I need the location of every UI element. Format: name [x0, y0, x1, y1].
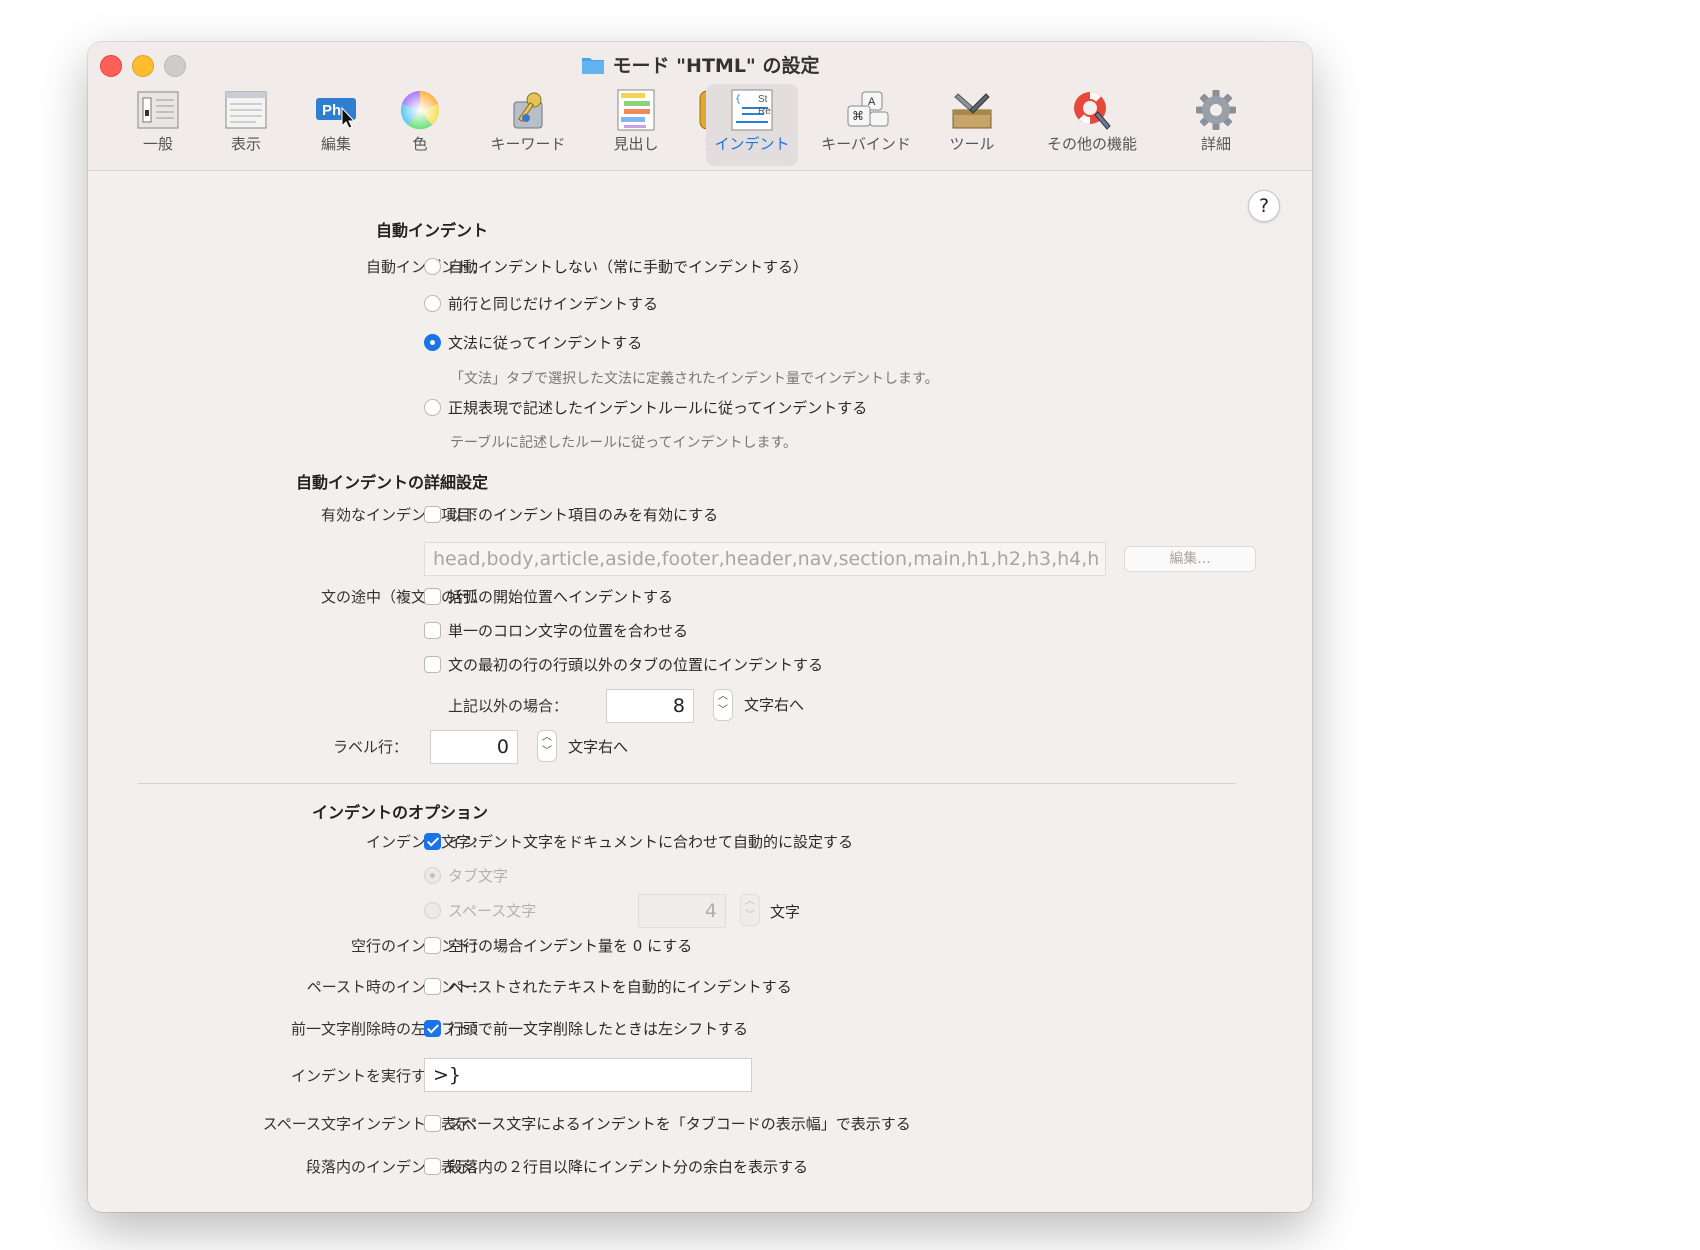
lifebuoy-icon [1074, 92, 1111, 130]
radio-space-char-label: スペース文字 [448, 902, 537, 920]
preferences-toolbar: 一般 表示 Ph 編集 色 キーワード 見出し {St Re インデント A … [88, 84, 1312, 168]
chevron-down-icon[interactable]: ﹀ [538, 745, 556, 759]
radio-by-regex[interactable] [424, 399, 441, 416]
svg-text:⌘: ⌘ [852, 109, 864, 123]
chevron-up-icon[interactable]: ︿ [538, 731, 556, 745]
color-wheel-icon [400, 91, 440, 130]
edit-icon: Ph [316, 98, 356, 129]
label-line-unit: 文字右へ [568, 738, 629, 756]
radio-tab-char-label: タブ文字 [448, 867, 509, 885]
svg-text:{: { [735, 94, 741, 105]
indent-items-field[interactable]: head,body,article,aside,footer,header,na… [424, 542, 1106, 576]
valid-items-checkbox-label: 以下のインデント項目のみを有効にする [448, 506, 719, 524]
settings-window: モード "HTML" の設定 一般 表示 Ph 編集 色 キーワード 見出し {… [88, 42, 1312, 1212]
space-indent-display-checkbox[interactable] [424, 1115, 441, 1132]
paste-indent-checkbox[interactable] [424, 978, 441, 995]
otherwise-value-field[interactable]: 8 [606, 689, 694, 723]
heading-list-icon [617, 89, 655, 131]
radio-no-auto-indent[interactable] [424, 258, 441, 275]
colon-align-label: 単一のコロン文字の位置を合わせる [448, 622, 689, 640]
tab-color[interactable]: 色 [388, 84, 452, 166]
label-line-stepper[interactable]: ︿ ﹀ [537, 730, 557, 762]
blank-line-checkbox[interactable] [424, 937, 441, 954]
window-title: モード "HTML" の設定 [88, 51, 1312, 80]
indent-char-auto-checkbox[interactable] [424, 833, 441, 850]
indent-icon: { StRe [731, 89, 773, 131]
keyword-icon [513, 92, 543, 129]
otherwise-unit: 文字右へ [744, 696, 805, 714]
titlebar: モード "HTML" の設定 一般 表示 Ph 編集 色 キーワード 見出し {… [88, 42, 1312, 171]
bracket-indent-label: 括弧の開始位置へインデントする [448, 588, 674, 606]
tab-keyword[interactable]: キーワード [480, 84, 576, 166]
folder-icon [581, 55, 605, 80]
paste-indent-checkbox-label: ペーストされたテキストを自動的にインデントする [448, 978, 792, 996]
options-section-title: インデントのオプション [311, 803, 488, 822]
space-count-unit: 文字 [770, 903, 801, 921]
backspace-shift-checkbox-label: 行頭で前一文字削除したときは左シフトする [448, 1020, 749, 1038]
colon-align-checkbox[interactable] [424, 622, 441, 639]
label-line-label: ラベル行： [332, 738, 408, 756]
indent-char-auto-label: インデント文字をドキュメントに合わせて自動的に設定する [448, 833, 854, 851]
help-button[interactable]: ? [1248, 190, 1280, 222]
by-grammar-hint: 「文法」タブで選択した文法に定義されたインデント量でインデントします。 [450, 371, 939, 387]
tab-display[interactable]: 表示 [214, 84, 278, 166]
otherwise-stepper[interactable]: ︿ ﹀ [713, 689, 733, 721]
svg-text:Re: Re [758, 106, 771, 117]
trigger-chars-field[interactable]: >} [424, 1058, 752, 1092]
tab-position-checkbox[interactable] [424, 656, 441, 673]
radio-tab-char[interactable] [424, 867, 441, 884]
space-indent-display-checkbox-label: スペース文字によるインデントを「タブコードの表示幅」で表示する [448, 1115, 911, 1133]
chevron-down-icon[interactable]: ﹀ [741, 909, 759, 923]
radio-same-as-previous[interactable] [424, 295, 441, 312]
tab-heading[interactable]: 見出し [602, 84, 670, 166]
radio-by-grammar-label: 文法に従ってインデントする [448, 334, 643, 352]
svg-text:Ph: Ph [322, 102, 341, 119]
radio-same-as-previous-label: 前行と同じだけインデントする [448, 295, 659, 313]
radio-by-regex-label: 正規表現で記述したインデントルールに従ってインデントする [448, 399, 868, 417]
chevron-down-icon[interactable]: ﹀ [714, 704, 732, 718]
tab-keybind[interactable]: A ⌘ キーバインド [812, 84, 920, 166]
paragraph-indent-checkbox-label: 段落内の２行目以降にインデント分の余白を表示する [448, 1158, 809, 1176]
svg-text:St: St [758, 94, 768, 105]
label-line-field[interactable]: 0 [430, 730, 518, 764]
radio-no-auto-indent-label: 自動インデントしない（常に手動でインデントする） [448, 258, 809, 276]
tab-advanced[interactable]: 詳細 [1184, 84, 1248, 166]
toolbox-icon [952, 93, 992, 129]
keyboard-icon: A⌘ [847, 91, 889, 127]
general-icon [137, 91, 179, 129]
space-count-field[interactable]: 4 [638, 894, 726, 928]
tab-indent[interactable]: {St Re インデント [706, 84, 798, 166]
backspace-shift-checkbox[interactable] [424, 1020, 441, 1037]
radio-by-grammar[interactable] [424, 334, 441, 351]
space-count-stepper[interactable]: ︿ ﹀ [740, 894, 760, 926]
tab-edit[interactable]: Ph 編集 [302, 84, 370, 166]
valid-items-checkbox[interactable] [424, 506, 441, 523]
tab-tools[interactable]: ツール [940, 84, 1004, 166]
chevron-up-icon[interactable]: ︿ [714, 690, 732, 704]
paragraph-indent-checkbox[interactable] [424, 1158, 441, 1175]
tab-general[interactable]: 一般 [126, 84, 190, 166]
advanced-section-title: 自動インデントの詳細設定 [295, 473, 488, 492]
bracket-indent-checkbox[interactable] [424, 588, 441, 605]
edit-items-button[interactable]: 編集... [1124, 546, 1256, 572]
tab-other-features[interactable]: その他の機能 [1028, 84, 1156, 166]
tab-position-label: 文の最初の行の行頭以外のタブの位置にインデントする [448, 656, 824, 674]
by-regex-hint: テーブルに記述したルールに従ってインデントします。 [450, 435, 798, 451]
otherwise-label: 上記以外の場合： [447, 697, 568, 715]
gear-icon [1196, 90, 1236, 130]
chevron-up-icon[interactable]: ︿ [741, 895, 759, 909]
section-divider [138, 783, 1236, 784]
display-icon [225, 91, 267, 129]
radio-space-char[interactable] [424, 902, 441, 919]
blank-line-checkbox-label: 空行の場合インデント量を 0 にする [448, 937, 693, 955]
auto-indent-section-title: 自動インデント [375, 221, 488, 240]
